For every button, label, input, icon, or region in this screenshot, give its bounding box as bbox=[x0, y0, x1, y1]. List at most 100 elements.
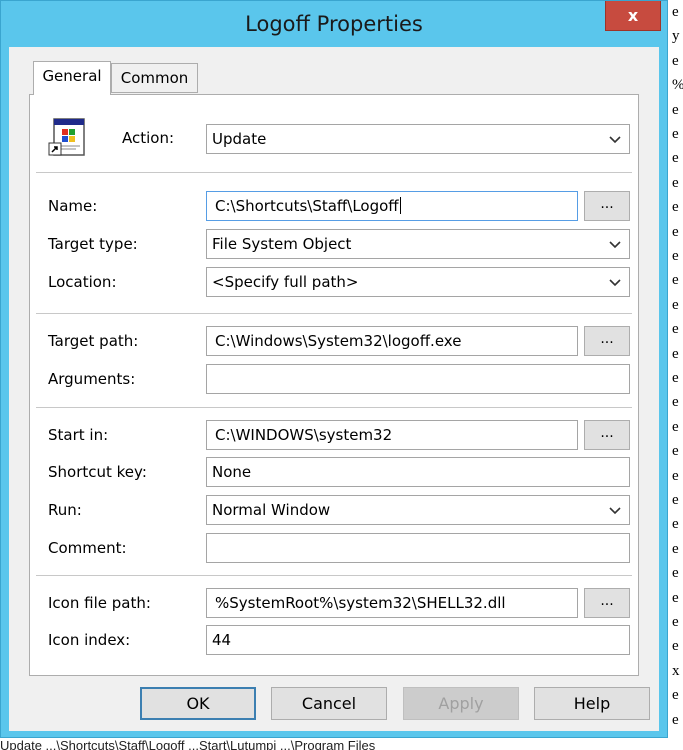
separator bbox=[36, 313, 632, 314]
target-type-value: File System Object bbox=[212, 235, 352, 253]
close-button[interactable]: x bbox=[605, 1, 661, 31]
background-char: e bbox=[672, 4, 679, 20]
chevron-down-icon bbox=[609, 241, 621, 249]
start-in-label: Start in: bbox=[48, 426, 109, 444]
background-char: e bbox=[672, 687, 679, 704]
text-caret bbox=[399, 197, 401, 214]
background-char: e bbox=[672, 174, 679, 191]
comment-label: Comment: bbox=[48, 539, 127, 557]
tab-general[interactable]: General bbox=[33, 61, 111, 95]
cancel-button[interactable]: Cancel bbox=[271, 687, 387, 720]
icon-file-path-label: Icon file path: bbox=[48, 594, 151, 612]
start-in-value: C:\WINDOWS\system32 bbox=[215, 426, 393, 444]
background-char: e bbox=[672, 418, 679, 435]
background-char: e bbox=[672, 394, 679, 411]
background-char: e bbox=[672, 565, 679, 582]
start-in-browse-button[interactable]: ... bbox=[584, 420, 630, 450]
action-label: Action: bbox=[122, 129, 175, 147]
name-value: C:\Shortcuts\Staff\Logoff bbox=[215, 197, 399, 215]
background-char: e bbox=[672, 345, 679, 362]
browse-label: ... bbox=[600, 425, 614, 441]
background-document-edge: eye%eeeeeeeeeeeeeeeeeeeeeeexee bbox=[668, 0, 683, 750]
background-char: e bbox=[672, 248, 679, 264]
comment-input[interactable] bbox=[206, 533, 630, 563]
target-type-dropdown[interactable]: File System Object bbox=[206, 229, 630, 259]
shortcut-key-value: None bbox=[212, 463, 252, 481]
location-dropdown[interactable]: <Specify full path> bbox=[206, 267, 630, 297]
tab-general-label: General bbox=[42, 67, 102, 85]
background-char: e bbox=[672, 321, 679, 338]
background-char: e bbox=[672, 370, 679, 386]
shortcut-app-icon bbox=[48, 118, 85, 156]
close-icon: x bbox=[627, 6, 639, 25]
cancel-label: Cancel bbox=[301, 694, 357, 713]
properties-dialog: Logoff Properties x General Common Actio… bbox=[0, 0, 668, 738]
name-browse-button[interactable]: ... bbox=[584, 191, 630, 221]
background-char: e bbox=[672, 711, 679, 728]
arguments-input[interactable] bbox=[206, 364, 630, 394]
background-char: e bbox=[672, 272, 679, 289]
background-char: e bbox=[672, 223, 679, 240]
background-char: e bbox=[672, 492, 679, 508]
window-title: Logoff Properties bbox=[245, 12, 423, 36]
chevron-down-icon bbox=[609, 136, 621, 144]
general-tab-panel: Action: Update Name: C:\Shortcuts\Staff\… bbox=[29, 94, 639, 676]
target-type-label: Target type: bbox=[48, 235, 138, 253]
action-dropdown[interactable]: Update bbox=[206, 124, 630, 154]
browse-label: ... bbox=[600, 331, 614, 347]
icon-index-input[interactable]: 44 bbox=[206, 625, 630, 655]
background-char: e bbox=[672, 101, 679, 118]
tab-common[interactable]: Common bbox=[111, 63, 198, 93]
dialog-client-area: General Common Action: Update Name: C:\S… bbox=[9, 47, 659, 731]
help-button[interactable]: Help bbox=[534, 687, 650, 720]
separator bbox=[36, 172, 632, 173]
run-value: Normal Window bbox=[212, 501, 331, 519]
background-char: % bbox=[672, 77, 683, 94]
background-char: e bbox=[672, 52, 679, 69]
tab-common-label: Common bbox=[120, 69, 189, 87]
background-char: x bbox=[672, 662, 680, 679]
start-in-input[interactable]: C:\WINDOWS\system32 bbox=[206, 420, 578, 450]
browse-label: ... bbox=[600, 196, 614, 212]
background-char: e bbox=[672, 443, 679, 460]
help-label: Help bbox=[573, 694, 611, 713]
run-label: Run: bbox=[48, 501, 82, 519]
background-char: e bbox=[672, 614, 679, 630]
icon-index-value: 44 bbox=[212, 631, 232, 649]
background-char: y bbox=[672, 28, 680, 45]
target-path-browse-button[interactable]: ... bbox=[584, 326, 630, 356]
background-char: e bbox=[672, 296, 679, 313]
icon-file-path-input[interactable]: %SystemRoot%\system32\SHELL32.dll bbox=[206, 588, 578, 618]
background-char: e bbox=[672, 516, 679, 533]
name-label: Name: bbox=[48, 197, 98, 215]
background-char: e bbox=[672, 540, 679, 557]
background-char: e bbox=[672, 467, 679, 484]
ok-button[interactable]: OK bbox=[140, 687, 256, 720]
chevron-down-icon bbox=[609, 279, 621, 287]
target-path-label: Target path: bbox=[48, 332, 139, 350]
action-value: Update bbox=[212, 130, 267, 148]
arguments-label: Arguments: bbox=[48, 370, 136, 388]
ok-label: OK bbox=[186, 694, 210, 713]
separator bbox=[36, 575, 632, 576]
shortcut-key-input[interactable]: None bbox=[206, 457, 630, 487]
name-input[interactable]: C:\Shortcuts\Staff\Logoff bbox=[206, 191, 578, 221]
run-dropdown[interactable]: Normal Window bbox=[206, 495, 630, 525]
icon-file-path-value: %SystemRoot%\system32\SHELL32.dll bbox=[215, 594, 506, 612]
background-char: e bbox=[672, 150, 679, 167]
location-label: Location: bbox=[48, 273, 117, 291]
location-value: <Specify full path> bbox=[212, 273, 359, 291]
apply-label: Apply bbox=[438, 694, 484, 713]
browse-label: ... bbox=[600, 593, 614, 609]
apply-button[interactable]: Apply bbox=[403, 687, 519, 720]
target-path-input[interactable]: C:\Windows\System32\logoff.exe bbox=[206, 326, 578, 356]
icon-file-path-browse-button[interactable]: ... bbox=[584, 588, 630, 618]
separator bbox=[36, 407, 632, 408]
background-char: e bbox=[672, 199, 679, 216]
icon-index-label: Icon index: bbox=[48, 631, 131, 649]
background-char: e bbox=[672, 126, 679, 142]
background-char: e bbox=[672, 638, 679, 655]
target-path-value: C:\Windows\System32\logoff.exe bbox=[215, 332, 462, 350]
shortcut-key-label: Shortcut key: bbox=[48, 463, 147, 481]
chevron-down-icon bbox=[609, 507, 621, 515]
